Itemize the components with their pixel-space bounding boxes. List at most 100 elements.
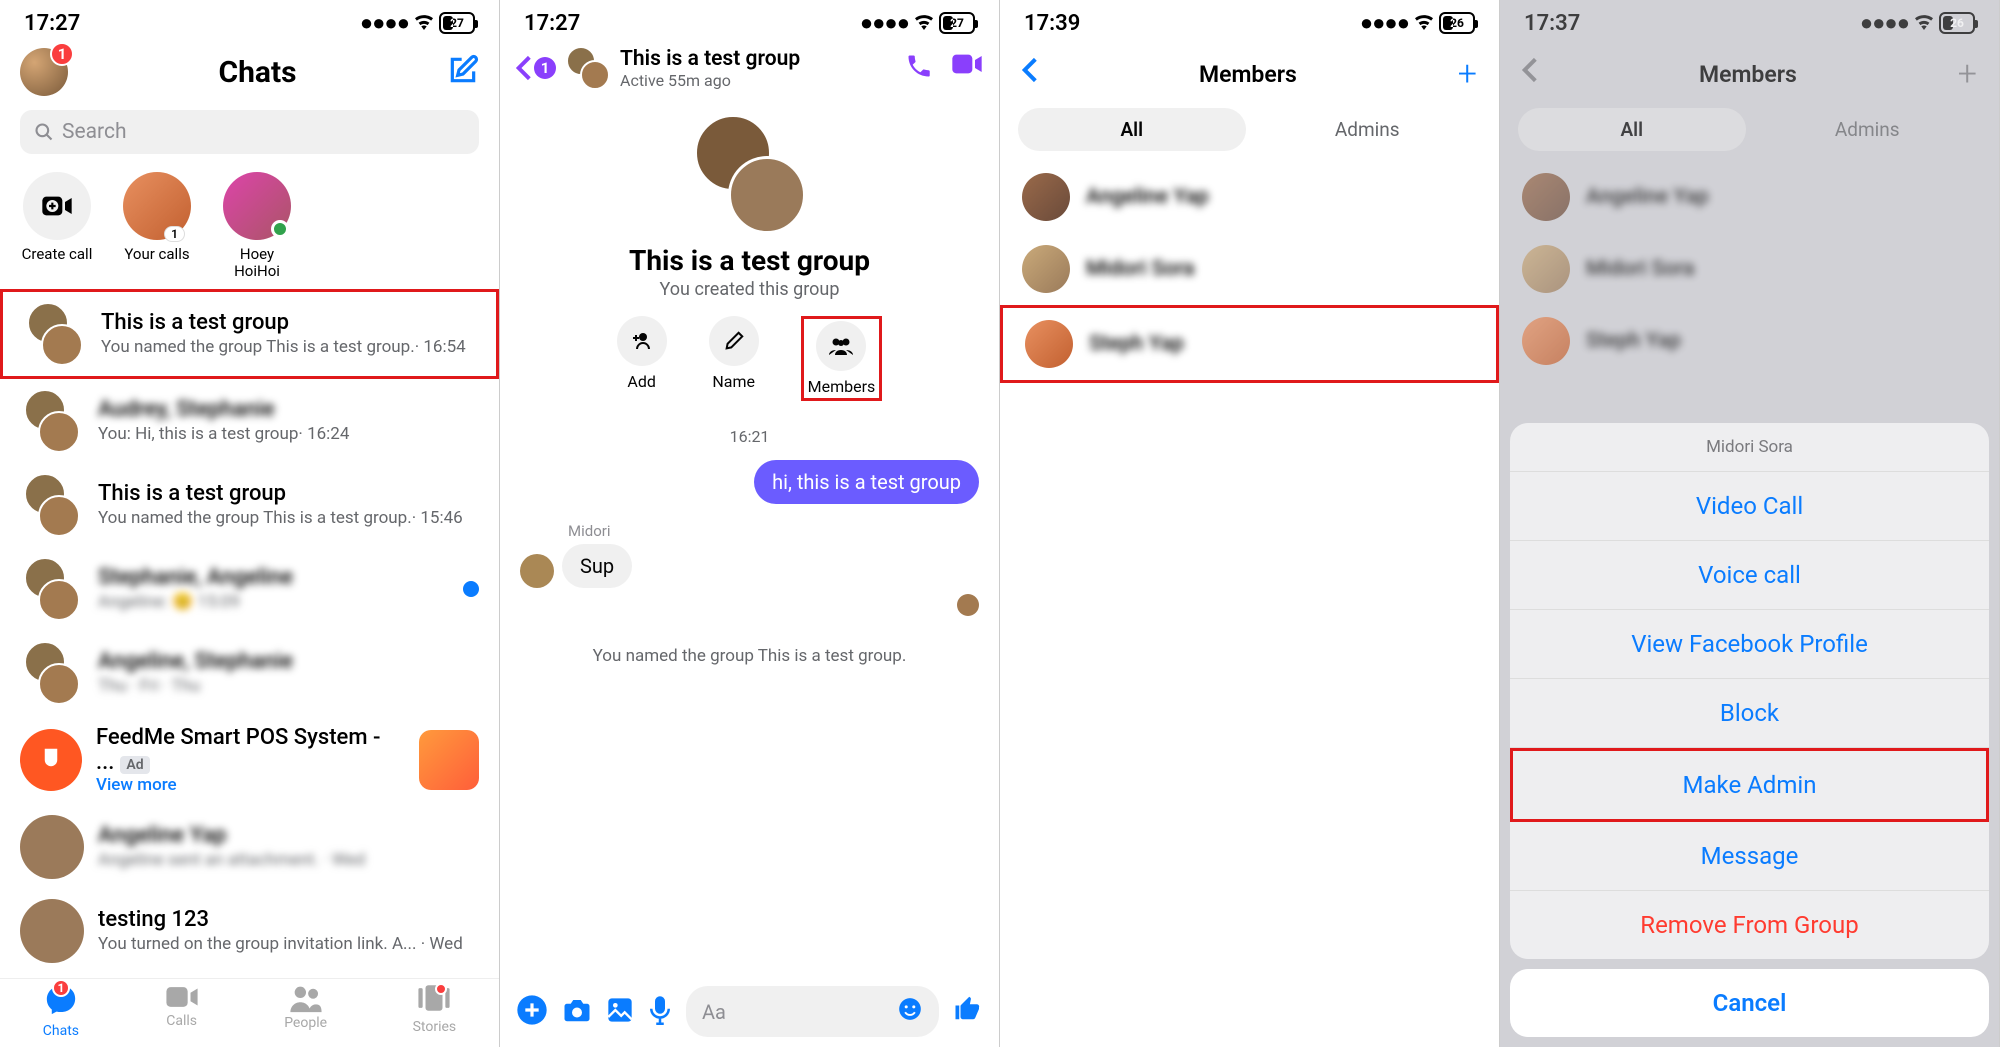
sheet-view-profile[interactable]: View Facebook Profile bbox=[1510, 610, 1989, 679]
page-title: Chats bbox=[218, 55, 296, 90]
avatar bbox=[20, 899, 84, 963]
group-avatar-icon bbox=[20, 389, 84, 453]
tab-admins[interactable]: Admins bbox=[1254, 108, 1482, 151]
timestamp: 16:21 bbox=[520, 427, 979, 446]
call-icon[interactable] bbox=[905, 52, 933, 84]
mic-icon[interactable] bbox=[648, 995, 672, 1029]
wifi-icon bbox=[1413, 11, 1435, 36]
ad-badge: Ad bbox=[120, 756, 149, 774]
battery-icon: 26 bbox=[1439, 12, 1475, 34]
chat-row[interactable]: Angeline Yap Angeline sent an attachment… bbox=[0, 805, 499, 889]
search-input[interactable]: Search bbox=[20, 110, 479, 154]
members-header: Members + bbox=[1500, 40, 1999, 108]
group-avatar-icon bbox=[20, 557, 84, 621]
avatar bbox=[520, 554, 554, 588]
contact-story[interactable]: Hoey HoiHoi bbox=[220, 172, 294, 281]
menu-plus-icon[interactable] bbox=[516, 994, 548, 1030]
battery-icon: 27 bbox=[939, 12, 975, 34]
tab-calls[interactable]: Calls bbox=[165, 983, 199, 1039]
tab-stories[interactable]: Stories bbox=[413, 983, 457, 1039]
status-time: 17:37 bbox=[1524, 11, 1580, 36]
message-outgoing[interactable]: hi, this is a test group bbox=[754, 460, 979, 504]
add-button[interactable]: Add bbox=[617, 316, 667, 401]
your-calls-button[interactable]: 1 Your calls bbox=[120, 172, 194, 281]
create-call-button[interactable]: Create call bbox=[20, 172, 94, 281]
conversation-header: 1 This is a test group Active 55m ago bbox=[500, 40, 999, 96]
profile-avatar[interactable]: 1 bbox=[20, 48, 68, 96]
ad-logo-icon bbox=[20, 729, 82, 791]
members-header: Members + bbox=[1000, 40, 1499, 108]
group-avatar-icon bbox=[20, 473, 84, 537]
back-button[interactable]: 1 bbox=[516, 54, 556, 82]
video-icon[interactable] bbox=[951, 52, 983, 84]
emoji-icon[interactable] bbox=[897, 996, 923, 1027]
page-title: Members bbox=[1199, 61, 1297, 88]
message-input[interactable]: Aa bbox=[686, 986, 939, 1037]
back-button[interactable] bbox=[1022, 56, 1038, 92]
seen-indicator-icon bbox=[957, 594, 979, 616]
messages-area[interactable]: 16:21 hi, this is a test group Midori Su… bbox=[500, 407, 999, 976]
add-member-button[interactable]: + bbox=[1458, 54, 1477, 94]
status-time: 17:27 bbox=[24, 11, 80, 36]
sheet-cancel[interactable]: Cancel bbox=[1510, 969, 1989, 1037]
notification-badge: 1 bbox=[50, 42, 74, 66]
chat-row-ad[interactable]: FeedMe Smart POS System - ...Ad View mor… bbox=[0, 715, 499, 805]
group-avatar-large-icon bbox=[690, 114, 810, 234]
chat-row[interactable]: Stephanie, Angeline Angeline: 😊 15:09 bbox=[0, 547, 499, 631]
status-bar: 17:37 ●●●● 26 bbox=[1500, 0, 1999, 40]
compose-icon[interactable] bbox=[447, 54, 479, 90]
panel-members-actionsheet: 17:37 ●●●● 26 Members + All Admins Angel… bbox=[1500, 0, 2000, 1047]
chat-row[interactable]: Audrey, Stephanie You: Hi, this is a tes… bbox=[0, 379, 499, 463]
group-avatar-icon[interactable] bbox=[566, 46, 610, 90]
wifi-icon bbox=[913, 11, 935, 36]
chat-row[interactable]: testing 123 You turned on the group invi… bbox=[0, 889, 499, 973]
action-sheet: Midori Sora Video Call Voice call View F… bbox=[1510, 423, 1989, 1037]
avatar bbox=[1025, 320, 1073, 368]
member-list: Angeline Yap Midori Sora Steph Yap bbox=[1000, 151, 1499, 393]
chat-list[interactable]: This is a test group You named the group… bbox=[0, 289, 499, 979]
message-incoming[interactable]: Sup bbox=[562, 544, 632, 588]
sheet-remove[interactable]: Remove From Group bbox=[1510, 891, 1989, 959]
segmented-control: All Admins bbox=[1500, 108, 1999, 151]
chat-row[interactable]: This is a test group You named the group… bbox=[0, 463, 499, 547]
sheet-message[interactable]: Message bbox=[1510, 822, 1989, 891]
status-bar: 17:39 ●●●● 26 bbox=[1000, 0, 1499, 40]
member-row[interactable]: Angeline Yap bbox=[1000, 161, 1499, 233]
members-button[interactable]: Members bbox=[801, 316, 883, 401]
sheet-title: Midori Sora bbox=[1510, 423, 1989, 472]
sheet-block[interactable]: Block bbox=[1510, 679, 1989, 748]
chat-row[interactable]: Angeline, Stephanie Thu · Fri · Thu bbox=[0, 631, 499, 715]
battery-icon: 26 bbox=[1939, 12, 1975, 34]
status-bar: 17:27 ●●●● 27 bbox=[500, 0, 999, 40]
view-more-link[interactable]: View more bbox=[96, 775, 405, 795]
conversation-title-area[interactable]: This is a test group Active 55m ago bbox=[620, 47, 895, 90]
tab-people[interactable]: People bbox=[284, 983, 327, 1039]
composer: Aa bbox=[500, 976, 999, 1047]
tab-bar: 1 Chats Calls People Stories bbox=[0, 978, 499, 1047]
tab-all[interactable]: All bbox=[1018, 108, 1246, 151]
wifi-icon bbox=[413, 11, 435, 36]
member-list: Angeline Yap Midori Sora Steph Yap bbox=[1500, 151, 1999, 387]
tab-chats[interactable]: 1 Chats bbox=[43, 983, 79, 1039]
gallery-icon[interactable] bbox=[606, 996, 634, 1028]
tab-admins: Admins bbox=[1754, 108, 1982, 151]
sheet-video-call[interactable]: Video Call bbox=[1510, 472, 1989, 541]
member-row[interactable]: Midori Sora bbox=[1000, 233, 1499, 305]
signal-icon: ●●●● bbox=[860, 10, 909, 36]
sender-label: Midori bbox=[568, 522, 979, 540]
signal-icon: ●●●● bbox=[1360, 10, 1409, 36]
name-button[interactable]: Name bbox=[709, 316, 759, 401]
back-badge: 1 bbox=[534, 57, 556, 79]
tab-all: All bbox=[1518, 108, 1746, 151]
sheet-voice-call[interactable]: Voice call bbox=[1510, 541, 1989, 610]
member-row[interactable]: Steph Yap bbox=[1000, 305, 1499, 383]
wifi-icon bbox=[1913, 11, 1935, 36]
sheet-make-admin[interactable]: Make Admin bbox=[1510, 748, 1989, 822]
thumbs-up-icon[interactable] bbox=[953, 993, 983, 1031]
camera-icon[interactable] bbox=[562, 996, 592, 1028]
panel-conversation: 17:27 ●●●● 27 1 This is a test group Act… bbox=[500, 0, 1000, 1047]
add-member-button: + bbox=[1958, 54, 1977, 94]
status-bar: 17:27 ●●●● 27 bbox=[0, 0, 499, 40]
signal-icon: ●●●● bbox=[360, 10, 409, 36]
chat-row[interactable]: This is a test group You named the group… bbox=[0, 289, 499, 379]
